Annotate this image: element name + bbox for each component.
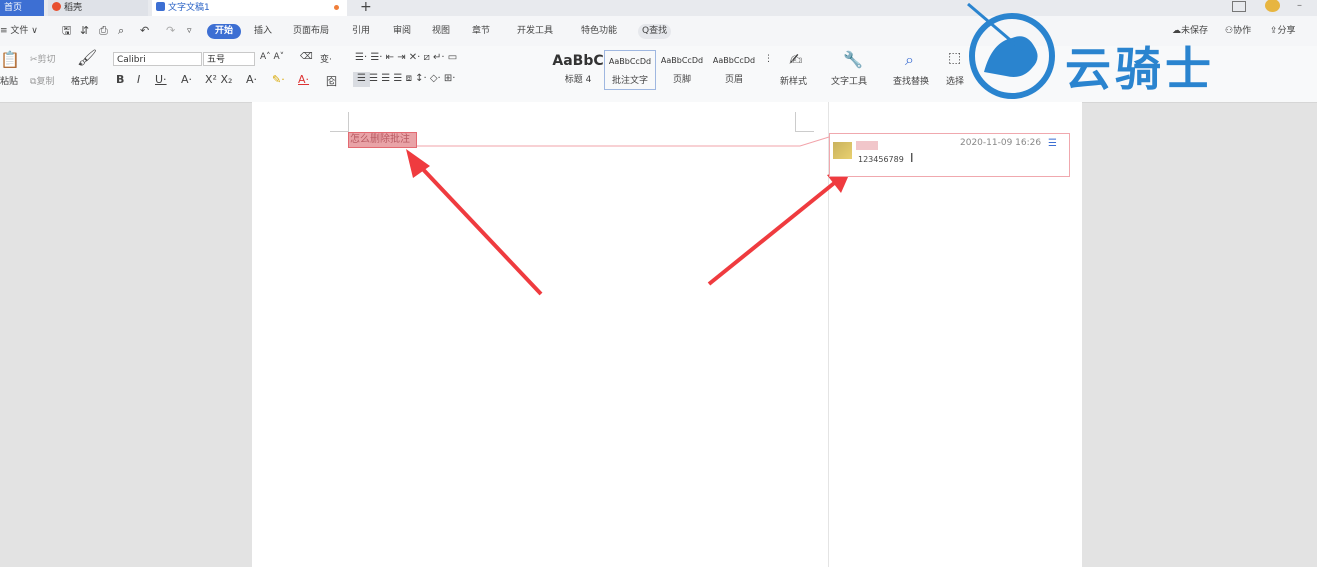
comment-author-avatar bbox=[833, 142, 852, 159]
comment-text[interactable]: 123456789 bbox=[858, 155, 904, 164]
comment-author-name-blurred bbox=[856, 141, 878, 150]
text-cursor-icon: I bbox=[910, 151, 914, 165]
knight-logo-icon bbox=[967, 2, 1055, 99]
comment-menu-icon[interactable]: ☰ bbox=[1048, 138, 1057, 149]
comment-connector-line bbox=[417, 136, 830, 147]
comment-timestamp: 2020-11-09 16:26 bbox=[960, 138, 1042, 148]
red-arrow-right bbox=[707, 178, 840, 286]
watermark-text: 云骑士 bbox=[1065, 42, 1215, 96]
red-arrow-left bbox=[416, 162, 543, 296]
